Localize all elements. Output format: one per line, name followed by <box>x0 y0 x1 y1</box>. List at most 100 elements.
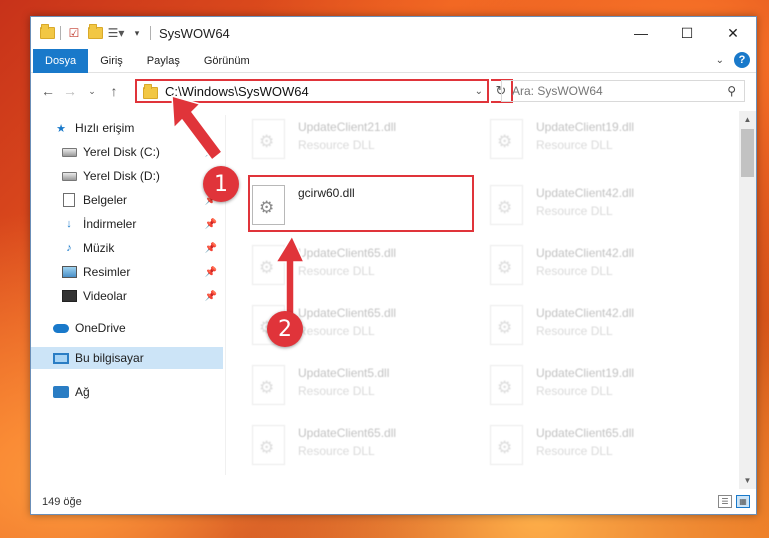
dll-file-icon <box>490 365 523 405</box>
file-item[interactable]: UpdateClient42.dll Resource DLL <box>464 177 690 235</box>
file-item[interactable]: UpdateClient65.dll Resource DLL <box>226 417 452 475</box>
star-icon: ★ <box>56 122 66 135</box>
title-bar: ☑ ☰▾ ▾ SysWOW64 — ☐ ✕ <box>31 17 756 49</box>
sidebar-item-disk-c[interactable]: Yerel Disk (C:) 📌 <box>31 141 223 163</box>
file-item[interactable]: UpdateClient65.dll Resource DLL <box>226 297 452 355</box>
file-item[interactable]: UpdateClient19.dll Resource DLL <box>464 357 690 415</box>
back-arrow-icon[interactable]: ← <box>37 79 59 103</box>
sidebar-item-label: Yerel Disk (C:) <box>83 145 160 159</box>
file-item[interactable]: UpdateClient42.dll Resource DLL <box>464 237 690 295</box>
close-button[interactable]: ✕ <box>710 17 756 49</box>
folder-icon <box>39 24 55 41</box>
file-type: Resource DLL <box>536 384 613 398</box>
sidebar-item-label: Bu bilgisayar <box>75 351 144 365</box>
sidebar-item-music[interactable]: ♪ Müzik 📌 <box>31 237 223 259</box>
file-type: Resource DLL <box>536 138 613 152</box>
expand-ribbon-icon[interactable]: ⌄ <box>716 55 724 66</box>
dll-file-icon <box>490 119 523 159</box>
file-name: UpdateClient65.dll <box>298 246 397 260</box>
file-type: Resource DLL <box>536 264 613 278</box>
details-view-icon[interactable]: ☰ <box>718 495 732 508</box>
file-name: UpdateClient42.dll <box>536 246 635 260</box>
pin-icon[interactable]: 📌 <box>205 291 217 302</box>
disk-icon <box>61 169 77 183</box>
vertical-scrollbar[interactable]: ▲ ▼ <box>739 111 756 489</box>
videos-icon <box>61 289 77 303</box>
tab-home[interactable]: Giriş <box>88 49 135 73</box>
search-box[interactable]: Ara: SysWOW64 ⚲ <box>501 80 745 102</box>
sidebar-item-pictures[interactable]: Resimler 📌 <box>31 261 223 283</box>
address-bar[interactable]: C:\Windows\SysWOW64 ⌄ <box>135 79 489 103</box>
separator <box>150 26 151 40</box>
minimize-button[interactable]: — <box>618 17 664 49</box>
file-item[interactable]: UpdateClient65.dll Resource DLL <box>226 237 452 295</box>
tab-share[interactable]: Paylaş <box>135 49 192 73</box>
file-name: UpdateClient19.dll <box>536 120 635 134</box>
file-type: Resource DLL <box>536 324 613 338</box>
dll-file-icon <box>252 245 285 285</box>
sidebar-item-documents[interactable]: Belgeler 📌 <box>31 189 223 211</box>
file-type: Resource DLL <box>536 444 613 458</box>
cloud-icon <box>53 321 69 335</box>
pin-icon[interactable]: 📌 <box>205 243 217 254</box>
pin-icon[interactable]: 📌 <box>205 267 217 278</box>
step-2-badge: 2 <box>267 311 303 347</box>
recent-locations-icon[interactable]: ⌄ <box>81 79 103 103</box>
customize-toolbar-icon[interactable]: ☰▾ <box>108 25 125 41</box>
file-type: Resource DLL <box>298 264 375 278</box>
sidebar-item-label: Hızlı erişim <box>75 121 135 135</box>
toolbar-dropdown-icon[interactable]: ▾ <box>129 25 145 41</box>
file-item[interactable]: UpdateClient65.dll Resource DLL <box>464 417 690 475</box>
sidebar-item-label: Videolar <box>83 289 127 303</box>
tab-file[interactable]: Dosya <box>33 48 89 73</box>
sidebar-item-label: Resimler <box>83 265 131 279</box>
up-arrow-icon[interactable]: ↑ <box>103 79 125 103</box>
sidebar-item-label: İndirmeler <box>83 217 137 231</box>
file-name: UpdateClient5.dll <box>298 366 390 380</box>
sidebar-item-downloads[interactable]: ↓ İndirmeler 📌 <box>31 213 223 235</box>
network-icon <box>53 385 69 399</box>
dll-file-icon <box>490 185 523 225</box>
new-folder-icon[interactable] <box>87 24 103 41</box>
properties-icon[interactable]: ☑ <box>66 25 82 41</box>
folder-icon <box>143 84 158 99</box>
separator <box>60 26 61 40</box>
pin-icon[interactable]: 📌 <box>205 219 217 230</box>
window-title: SysWOW64 <box>159 25 230 41</box>
large-icons-view-icon[interactable]: ▦ <box>736 495 750 508</box>
file-item[interactable]: UpdateClient5.dll Resource DLL <box>226 357 452 415</box>
documents-icon <box>61 193 77 207</box>
file-type: Resource DLL <box>298 324 375 338</box>
file-name: UpdateClient42.dll <box>536 186 635 200</box>
pin-icon[interactable]: 📌 <box>205 147 217 158</box>
sidebar-item-label: Ağ <box>75 385 90 399</box>
search-icon[interactable]: ⚲ <box>727 84 736 98</box>
scroll-thumb[interactable] <box>741 129 754 177</box>
file-item[interactable]: UpdateClient21.dll Resource DLL <box>226 111 452 169</box>
file-item[interactable]: UpdateClient19.dll Resource DLL <box>464 111 690 169</box>
help-icon[interactable]: ? <box>734 52 750 68</box>
download-icon: ↓ <box>66 218 72 230</box>
sidebar-item-quick-access[interactable]: ★ Hızlı erişim <box>31 117 223 139</box>
sidebar-item-this-pc[interactable]: Bu bilgisayar <box>31 347 223 369</box>
dll-file-icon <box>252 365 285 405</box>
sidebar-item-videos[interactable]: Videolar 📌 <box>31 285 223 307</box>
file-type: Resource DLL <box>536 204 613 218</box>
search-input[interactable]: Ara: SysWOW64 <box>512 84 603 98</box>
forward-arrow-icon[interactable]: → <box>59 79 81 103</box>
file-item[interactable]: UpdateClient42.dll Resource DLL <box>464 297 690 355</box>
address-path[interactable]: C:\Windows\SysWOW64 <box>165 84 309 99</box>
step-1-badge: 1 <box>203 166 239 202</box>
sidebar-item-label: Belgeler <box>83 193 128 207</box>
file-name: UpdateClient21.dll <box>298 120 397 134</box>
sidebar-item-network[interactable]: Ağ <box>31 381 223 403</box>
tab-view[interactable]: Görünüm <box>192 49 262 73</box>
dll-file-icon <box>252 425 285 465</box>
sidebar-item-disk-d[interactable]: Yerel Disk (D:) 📌 <box>31 165 223 187</box>
address-dropdown-icon[interactable]: ⌄ <box>475 86 483 97</box>
item-count: 149 öğe <box>42 496 82 508</box>
scroll-down-icon[interactable]: ▼ <box>739 472 756 489</box>
scroll-up-icon[interactable]: ▲ <box>739 111 756 128</box>
maximize-button[interactable]: ☐ <box>664 17 710 49</box>
sidebar-item-onedrive[interactable]: OneDrive <box>31 317 223 339</box>
